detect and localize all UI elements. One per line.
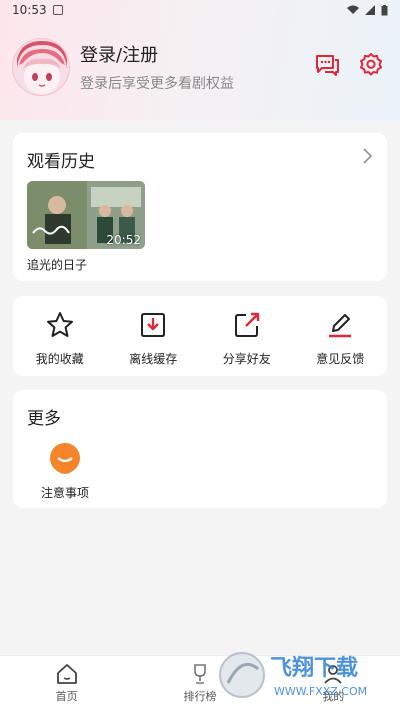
avatar[interactable] [12,38,70,96]
offline-cache-button[interactable]: 离线缓存 [107,296,201,376]
message-icon [316,55,339,76]
video-duration: 20:52 [106,233,141,247]
status-bar: 10:53 [0,0,400,20]
battery-icon [381,4,388,15]
share-label: 分享好友 [222,352,271,366]
home-icon [56,664,77,684]
edit-icon [329,314,352,338]
history-more-button[interactable] [361,147,373,169]
share-icon [234,312,259,337]
download-icon [141,313,166,337]
feedback-button[interactable]: 意见反馈 [294,296,388,376]
favorites-label: 我的收藏 [35,352,84,366]
signal-icon [365,5,375,15]
notice-label: 注意事项 [41,486,90,500]
nav-home-label: 首页 [55,690,78,703]
history-thumbnail[interactable]: 20:52 [27,181,145,249]
offline-cache-label: 离线缓存 [129,352,178,366]
svg-text:WWW.FXXZ.COM: WWW.FXXZ.COM [274,685,367,698]
settings-button[interactable] [356,50,386,80]
history-card: 观看历史 20:52 追光的日子 [13,133,387,281]
nav-ranking-label: 排行榜 [183,690,217,703]
svg-text:飞翔下载: 飞翔下载 [270,655,358,681]
login-title[interactable]: 登录/注册 [80,41,234,67]
history-item-title[interactable]: 追光的日子 [27,256,87,273]
notice-icon [50,443,80,474]
more-title: 更多 [27,409,61,429]
status-time: 10:53 [12,3,47,17]
message-button[interactable] [312,50,342,80]
notice-button[interactable]: 注意事项 [41,442,89,501]
feedback-label: 意见反馈 [316,352,365,366]
trophy-icon [194,664,206,684]
favorites-button[interactable]: 我的收藏 [13,296,107,376]
nav-home[interactable]: 首页 [0,656,133,711]
chevron-right-icon [363,148,373,164]
actions-card: 我的收藏 离线缓存 分享好友 意见反馈 [13,296,387,376]
watermark-logo: 飞翔下载 WWW.FXXZ.COM [218,643,390,705]
history-title: 观看历史 [27,152,95,172]
wifi-icon [347,5,359,14]
login-subtitle: 登录后享受更多看剧权益 [80,76,234,92]
star-icon [46,312,73,337]
more-card: 更多 注意事项 [13,390,387,508]
share-button[interactable]: 分享好友 [200,296,294,376]
notification-icon [52,5,63,15]
profile-section[interactable]: 登录/注册 登录后享受更多看剧权益 [12,38,234,96]
gear-icon [360,53,382,76]
